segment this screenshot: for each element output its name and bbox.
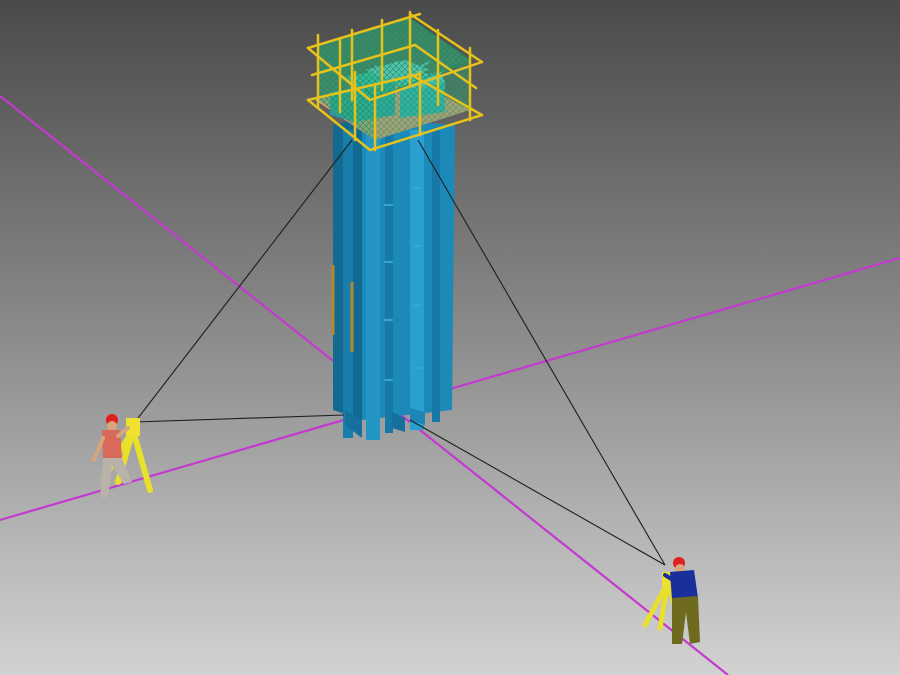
construction-survey-scene [0, 0, 900, 675]
concrete-column [331, 118, 455, 440]
torso-right [670, 570, 698, 600]
survey-illustration [0, 0, 900, 675]
head-left [107, 421, 117, 431]
